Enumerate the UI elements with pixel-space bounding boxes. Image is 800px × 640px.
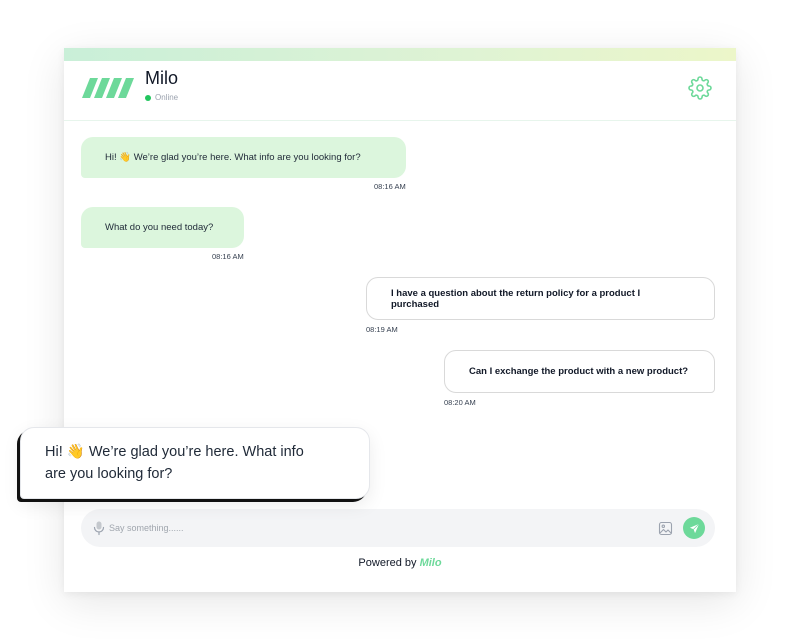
message-text: Hi! 👋 We’re glad you’re here. What info … <box>105 152 361 163</box>
bot-message: What do you need today? <box>81 207 244 248</box>
milo-logo-icon <box>82 78 134 98</box>
user-message: I have a question about the return polic… <box>366 277 715 320</box>
microphone-icon[interactable] <box>91 520 107 536</box>
image-icon[interactable] <box>658 521 673 536</box>
user-message: Can I exchange the product with a new pr… <box>444 350 715 393</box>
chat-window: Milo Online Hi! 👋 We’re glad you’re here… <box>64 48 736 592</box>
powered-by: Powered by Milo <box>64 557 736 569</box>
chat-header: Milo Online <box>64 61 736 121</box>
message-timestamp: 08:16 AM <box>374 182 406 191</box>
status-indicator: Online <box>145 93 178 102</box>
online-dot-icon <box>145 94 151 101</box>
message-input[interactable] <box>109 518 609 538</box>
message-text: What do you need today? <box>105 222 214 233</box>
bot-name: Milo <box>145 68 179 88</box>
greeting-popup[interactable]: Hi! 👋 We’re glad you’re here. What info … <box>20 427 370 499</box>
bot-message: Hi! 👋 We’re glad you’re here. What info … <box>81 137 406 178</box>
gear-icon[interactable] <box>688 76 712 100</box>
powered-by-label: Powered by <box>358 557 417 569</box>
message-text: Can I exchange the product with a new pr… <box>469 366 689 377</box>
message-timestamp: 08:16 AM <box>212 252 244 261</box>
greeting-popup-text: Hi! 👋 We’re glad you’re here. What info … <box>45 444 304 482</box>
message-composer <box>81 509 715 547</box>
message-timestamp: 08:20 AM <box>444 398 476 407</box>
send-icon <box>689 523 699 533</box>
message-timestamp: 08:19 AM <box>366 325 398 334</box>
status-text: Online <box>155 93 179 102</box>
powered-by-brand[interactable]: Milo <box>420 557 442 569</box>
send-button[interactable] <box>683 517 705 539</box>
header-accent-strip <box>64 48 736 61</box>
message-text: I have a question about the return polic… <box>391 287 641 310</box>
